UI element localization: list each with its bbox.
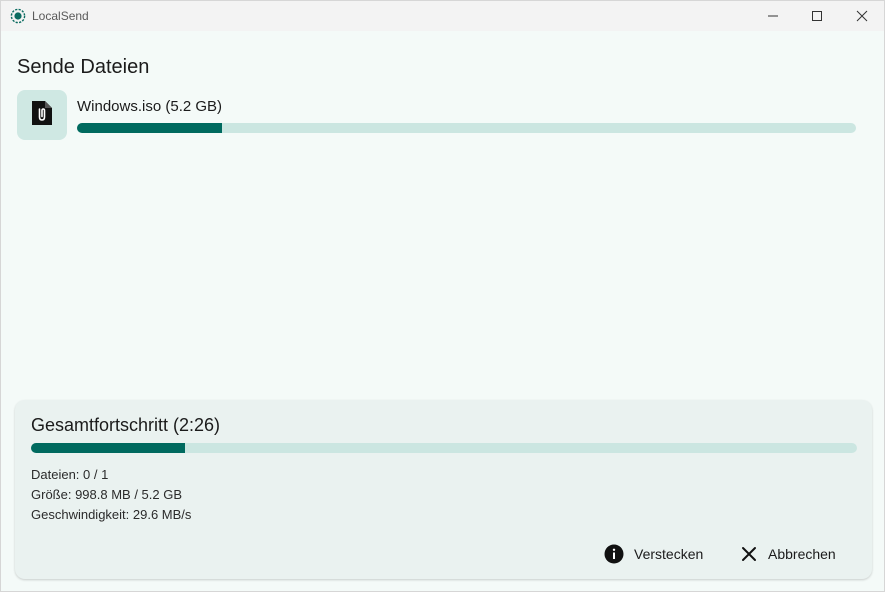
window-title: LocalSend	[32, 9, 89, 23]
file-attachment-icon	[30, 99, 54, 132]
total-progress-fill	[31, 443, 185, 453]
main-content: Sende Dateien Windows.iso (5.2 GB) Gesam…	[1, 31, 884, 591]
minimize-icon	[767, 10, 779, 22]
total-progress-panel: Gesamtfortschritt (2:26) Dateien: 0 / 1 …	[15, 400, 872, 579]
total-progress-title: Gesamtfortschritt (2:26)	[31, 415, 221, 435]
file-name: Windows.iso (5.2 GB)	[77, 98, 223, 115]
minimize-button[interactable]	[750, 1, 796, 31]
cancel-button[interactable]: Abbrechen	[740, 540, 836, 568]
maximize-button[interactable]	[794, 1, 840, 31]
hide-button[interactable]: Verstecken	[604, 540, 703, 568]
localsend-logo-icon	[10, 8, 26, 24]
maximize-icon	[811, 10, 823, 22]
files-count: Dateien: 0 / 1	[31, 467, 109, 482]
total-progress-bar	[31, 443, 857, 453]
file-progress-bar	[77, 123, 856, 133]
file-progress-fill	[77, 123, 222, 133]
size-progress: Größe: 998.8 MB / 5.2 GB	[31, 487, 183, 502]
cancel-button-label: Abbrechen	[768, 546, 836, 562]
page-title: Sende Dateien	[17, 56, 150, 78]
close-window-button[interactable]	[839, 1, 884, 31]
title-bar[interactable]: LocalSend	[1, 1, 884, 31]
close-icon	[740, 545, 758, 563]
close-icon	[856, 10, 868, 22]
app-window: LocalSend Sende Dateien Windows.iso (5.2…	[0, 0, 885, 592]
transfer-speed: Geschwindigkeit: 29.6 MB/s	[31, 507, 192, 522]
info-icon	[604, 544, 624, 564]
hide-button-label: Verstecken	[634, 546, 704, 562]
file-thumbnail	[17, 90, 67, 140]
